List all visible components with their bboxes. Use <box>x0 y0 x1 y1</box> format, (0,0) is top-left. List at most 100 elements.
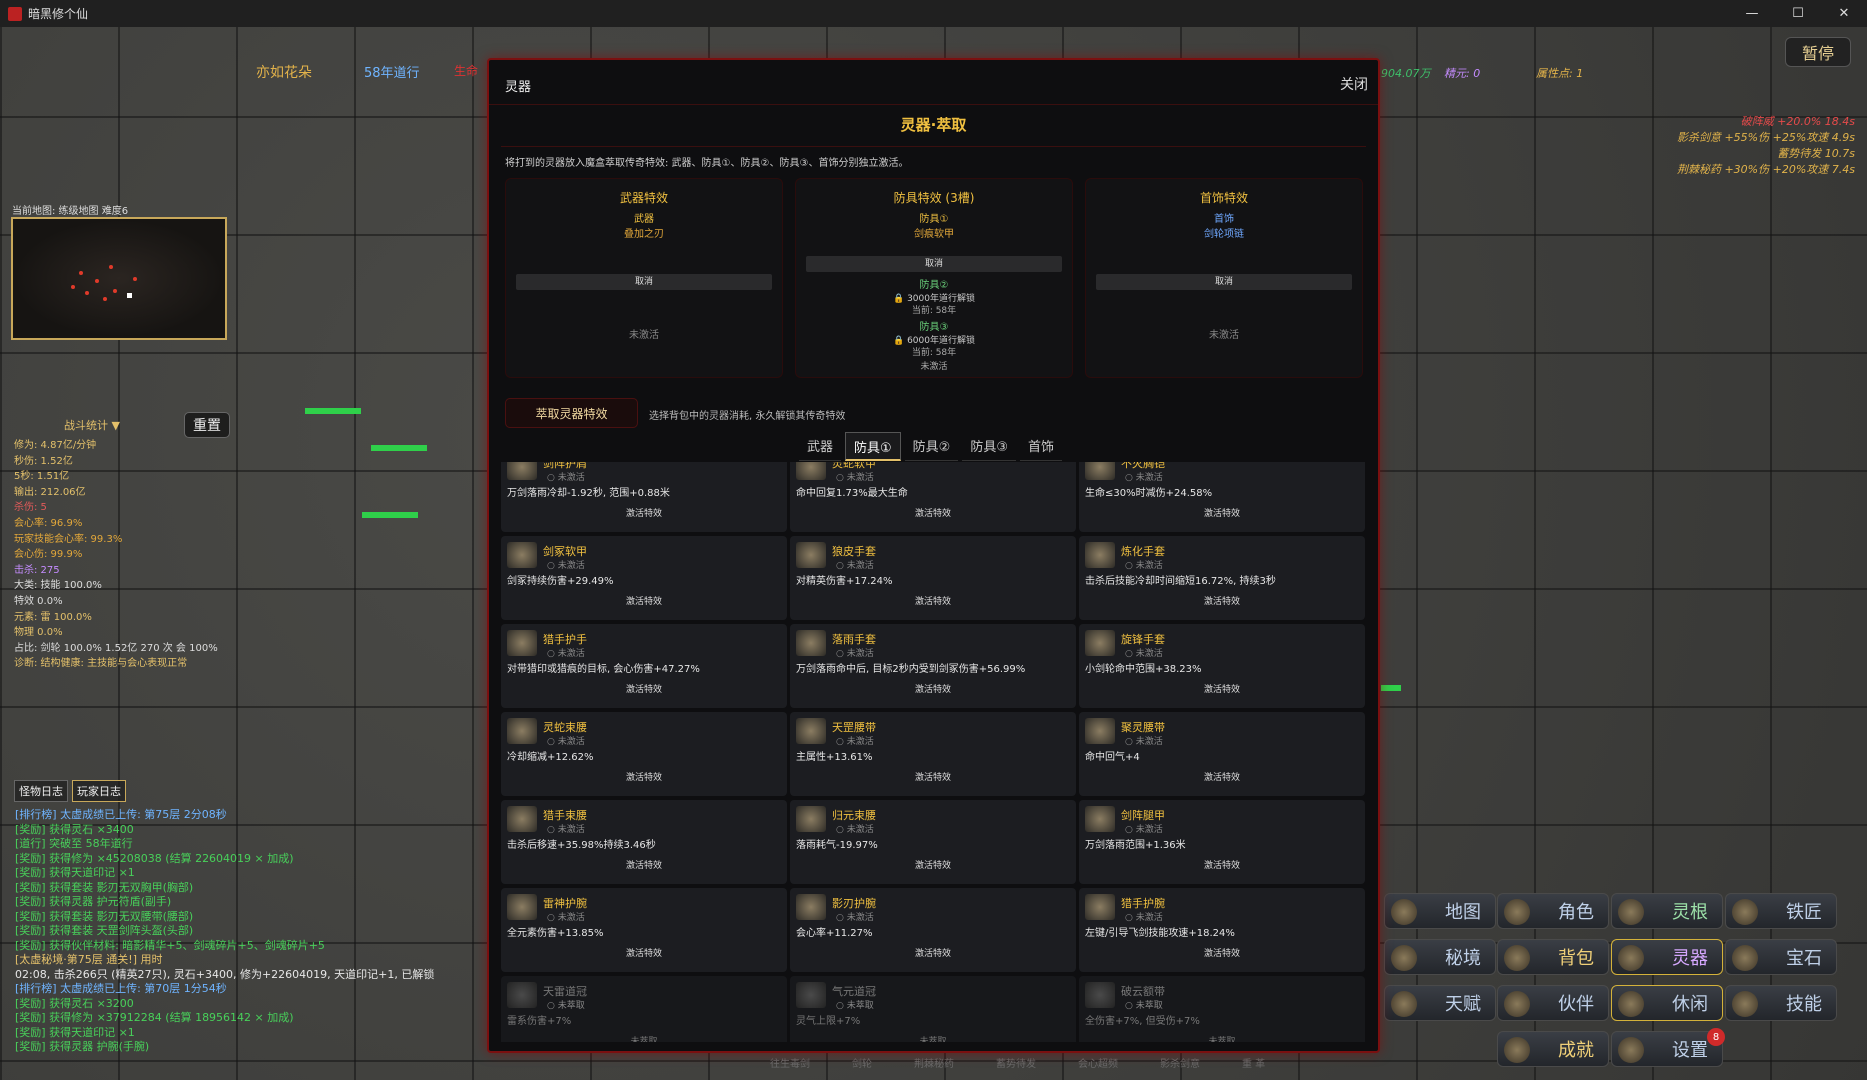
minimap[interactable] <box>11 217 227 340</box>
menu-button-label: 地图 <box>1445 902 1481 923</box>
slot-tab[interactable]: 防具① <box>845 432 901 461</box>
log-line: [奖励] 获得天道印记 ×1 <box>15 866 135 879</box>
artifact-state: ○ 未激活 <box>547 561 585 571</box>
maximize-button[interactable]: ☐ <box>1775 0 1821 27</box>
stat-line: 5秒: 1.51亿 <box>14 471 70 483</box>
menu-button[interactable]: 技能 <box>1725 985 1837 1021</box>
log-line: [奖励] 获得伙伴材料: 暗影精华+5、剑魂碎片+5、剑魂碎片+5 <box>15 938 325 952</box>
activate-effect-button[interactable]: 激活特效 <box>501 858 787 871</box>
activate-effect-button[interactable]: 激活特效 <box>790 594 1076 607</box>
reset-stats-button[interactable]: 重置 <box>184 412 230 438</box>
cancel-weapon-button[interactable]: 取消 <box>516 274 772 290</box>
artifact-icon <box>507 894 537 920</box>
log-line: [奖励] 获得灵器 护腕(手腕) <box>15 1040 150 1053</box>
menu-button[interactable]: 秘境 <box>1384 939 1496 975</box>
log-line: [排行榜] 太虚成绩已上传: 第70层 1分54秒 <box>15 982 227 995</box>
stat-line: 诊断: 结构健康: 主技能与会心表现正常 <box>14 658 188 670</box>
activate-effect-button[interactable]: 激活特效 <box>1079 682 1365 695</box>
menu-button[interactable]: 宝石 <box>1725 939 1837 975</box>
log-line: [奖励] 获得套装 影刃无双腰带(腰部) <box>15 909 194 923</box>
menu-button-label: 休闲 <box>1672 994 1708 1015</box>
slot-tab[interactable]: 防具③ <box>962 432 1016 461</box>
game-window: 暗黑修个仙 — ☐ ✕ 亦如花朵 58年道行 生命 904.07万 精元: 0 … <box>0 0 1867 1080</box>
buff-item: 影杀剑意 +55%伤 +25%攻速 4.9s <box>1676 131 1855 144</box>
battle-stats-toggle[interactable]: 战斗统计 ▼ <box>64 417 120 433</box>
menu-button-label: 天赋 <box>1445 994 1481 1015</box>
activate-effect-button[interactable]: 激活特效 <box>1079 770 1365 783</box>
stat-line: 击杀: 275 <box>14 564 60 576</box>
artifact-name: 猎手护手 <box>543 633 587 646</box>
close-window-button[interactable]: ✕ <box>1821 0 1867 27</box>
cancel-jewelry-button[interactable]: 取消 <box>1096 274 1352 290</box>
artifact-card: 剑冢软甲 ○ 未激活 剑冢持续伤害+29.49% 激活特效 <box>501 536 787 620</box>
menu-button[interactable]: 背包 <box>1497 939 1609 975</box>
cancel-armor-button[interactable]: 取消 <box>806 256 1062 272</box>
achievement-badge: 8 <box>1707 1028 1725 1046</box>
log-line: [排行榜] 太虚成绩已上传: 第75层 2分08秒 <box>15 808 227 821</box>
artifact-card: 炼化手套 ○ 未激活 击杀后技能冷却时间缩短16.72%, 持续3秒 激活特效 <box>1079 536 1365 620</box>
menu-button-label: 秘境 <box>1445 948 1481 969</box>
slot-tab[interactable]: 首饰 <box>1019 432 1062 461</box>
artifact-icon <box>507 718 537 744</box>
tab-player-log[interactable]: 玩家日志 <box>72 780 126 802</box>
activate-effect-button[interactable]: 激活特效 <box>1079 858 1365 871</box>
activate-effect-button[interactable]: 激活特效 <box>790 770 1076 783</box>
artifact-state: ○ 未激活 <box>547 473 585 483</box>
artifact-card: 破云额带 ○ 未萃取 全伤害+7%, 但受伤+7% 未萃取 <box>1079 976 1365 1042</box>
activate-effect-button[interactable]: 激活特效 <box>790 946 1076 959</box>
menu-button[interactable]: 天赋 <box>1384 985 1496 1021</box>
enemy-marker <box>103 297 107 301</box>
artifact-state: ○ 未激活 <box>547 913 585 923</box>
artifact-icon <box>507 542 537 568</box>
artifact-effect: 对精英伤害+17.24% <box>796 576 893 587</box>
slot-tab[interactable]: 防具② <box>904 432 959 461</box>
status-text: 未激活 <box>920 362 948 372</box>
menu-button[interactable]: 灵器 <box>1611 939 1723 975</box>
menu-button[interactable]: 成就 <box>1497 1031 1609 1067</box>
activate-effect-button[interactable]: 激活特效 <box>790 858 1076 871</box>
menu-button[interactable]: 角色 <box>1497 893 1609 929</box>
stat-line: 会心率: 96.9% <box>14 517 83 529</box>
activate-effect-button[interactable]: 激活特效 <box>790 682 1076 695</box>
activate-effect-button[interactable]: 激活特效 <box>1079 594 1365 607</box>
menu-button-label: 设置 <box>1672 1040 1708 1061</box>
artifact-name: 猎手束腰 <box>543 809 587 822</box>
artifact-effect: 万剑落雨范围+1.36米 <box>1085 840 1186 851</box>
log-line: [道行] 突破至 58年道行 <box>15 837 133 850</box>
activate-effect-button[interactable]: 激活特效 <box>501 946 787 959</box>
artifact-card: 气元道冠 ○ 未萃取 灵气上限+7% 未萃取 <box>790 976 1076 1042</box>
artifact-name: 旋锋手套 <box>1121 633 1165 646</box>
artifact-effect: 主属性+13.61% <box>796 752 873 763</box>
menu-button[interactable]: 铁匠 <box>1725 893 1837 929</box>
activate-effect-button[interactable]: 未萃取 <box>790 1034 1076 1042</box>
activate-effect-button[interactable]: 未萃取 <box>1079 1034 1365 1042</box>
activate-effect-button[interactable]: 未萃取 <box>501 1034 787 1042</box>
activate-effect-button[interactable]: 激活特效 <box>501 770 787 783</box>
activate-effect-button[interactable]: 激活特效 <box>1079 506 1365 519</box>
artifact-name: 气元道冠 <box>832 985 876 998</box>
minimize-button[interactable]: — <box>1729 0 1775 27</box>
slot-tab[interactable]: 武器 <box>799 432 842 461</box>
artifact-icon <box>1085 542 1115 568</box>
menu-icon <box>1732 899 1758 925</box>
artifact-icon <box>1085 718 1115 744</box>
activate-effect-button[interactable]: 激活特效 <box>1079 946 1365 959</box>
activate-effect-button[interactable]: 激活特效 <box>790 506 1076 519</box>
jewelry-effect-card: 首饰特效 首饰 剑轮项链 取消 未激活 <box>1085 178 1363 378</box>
artifact-card: 剑阵腿甲 ○ 未激活 万剑落雨范围+1.36米 激活特效 <box>1079 800 1365 884</box>
extract-effect-button[interactable]: 萃取灵器特效 <box>505 398 638 428</box>
tab-monster-log[interactable]: 怪物日志 <box>14 780 68 802</box>
menu-button[interactable]: 灵根 <box>1611 893 1723 929</box>
dialog-close-button[interactable]: 关闭 <box>1340 74 1368 94</box>
stat-line: 输出: 212.06亿 <box>14 486 86 498</box>
activate-effect-button[interactable]: 激活特效 <box>501 682 787 695</box>
menu-button[interactable]: 地图 <box>1384 893 1496 929</box>
artifact-state: ○ 未激活 <box>547 649 585 659</box>
pause-button[interactable]: 暂停 <box>1785 37 1851 67</box>
activate-effect-button[interactable]: 激活特效 <box>501 594 787 607</box>
menu-button[interactable]: 休闲 <box>1611 985 1723 1021</box>
menu-button[interactable]: 伙伴 <box>1497 985 1609 1021</box>
section-title: 灵器·萃取 <box>900 116 967 134</box>
enemy-health-bar <box>362 512 418 518</box>
activate-effect-button[interactable]: 激活特效 <box>501 506 787 519</box>
